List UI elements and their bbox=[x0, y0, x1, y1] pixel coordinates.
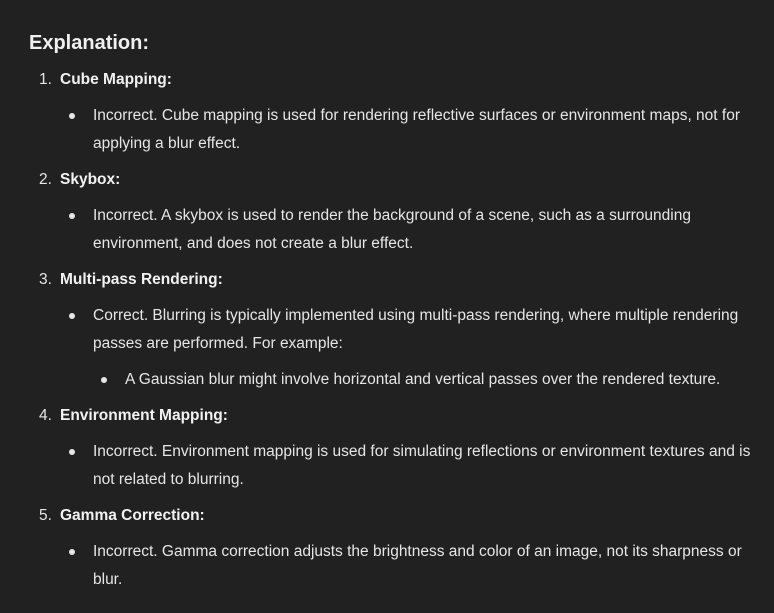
item-header: 2. Skybox: bbox=[39, 166, 769, 194]
item-number: 5. bbox=[39, 507, 52, 524]
item-header: 1. Cube Mapping: bbox=[39, 66, 769, 94]
bullet-text: Incorrect. Cube mapping is used for rend… bbox=[93, 107, 741, 152]
explanation-list: 1. Cube Mapping: Incorrect. Cube mapping… bbox=[29, 66, 769, 594]
item-header: 4. Environment Mapping: bbox=[39, 402, 769, 430]
bullet-text: Correct. Blurring is typically implement… bbox=[93, 307, 739, 352]
bullet-dot-icon bbox=[101, 377, 107, 383]
item-number: 4. bbox=[39, 407, 52, 424]
bullet-dot-icon bbox=[69, 313, 75, 319]
bullet-point: Incorrect. A skybox is used to render th… bbox=[69, 202, 769, 258]
bullet-point: Incorrect. Gamma correction adjusts the … bbox=[69, 538, 769, 594]
bullet-point: Correct. Blurring is typically implement… bbox=[69, 302, 769, 358]
bullet-dot-icon bbox=[69, 213, 75, 219]
item-number: 2. bbox=[39, 171, 52, 188]
item-title: Gamma Correction: bbox=[60, 507, 205, 524]
message-content: Explanation: 1. Cube Mapping: Incorrect.… bbox=[29, 28, 769, 602]
bullet-dot-icon bbox=[69, 549, 75, 555]
bullet-point: Incorrect. Cube mapping is used for rend… bbox=[69, 102, 769, 158]
bullet-dot-icon bbox=[69, 449, 75, 455]
list-item: 1. Cube Mapping: Incorrect. Cube mapping… bbox=[29, 66, 769, 158]
item-title: Multi-pass Rendering: bbox=[60, 271, 223, 288]
sub-bullet-point: A Gaussian blur might involve horizontal… bbox=[101, 366, 769, 394]
item-title: Environment Mapping: bbox=[60, 407, 228, 424]
item-title: Skybox: bbox=[60, 171, 121, 188]
item-header: 5. Gamma Correction: bbox=[39, 502, 769, 530]
list-item: 5. Gamma Correction: Incorrect. Gamma co… bbox=[29, 502, 769, 594]
item-number: 3. bbox=[39, 271, 52, 288]
list-item: 4. Environment Mapping: Incorrect. Envir… bbox=[29, 402, 769, 494]
list-item: 3. Multi-pass Rendering: Correct. Blurri… bbox=[29, 266, 769, 394]
item-title: Cube Mapping: bbox=[60, 71, 172, 88]
bullet-text: Incorrect. Environment mapping is used f… bbox=[93, 443, 751, 488]
bullet-dot-icon bbox=[69, 113, 75, 119]
explanation-heading: Explanation: bbox=[29, 32, 150, 54]
item-header: 3. Multi-pass Rendering: bbox=[39, 266, 769, 294]
bullet-text: Incorrect. A skybox is used to render th… bbox=[93, 207, 691, 252]
bullet-text: Incorrect. Gamma correction adjusts the … bbox=[93, 543, 742, 588]
item-number: 1. bbox=[39, 71, 52, 88]
sub-bullet-text: A Gaussian blur might involve horizontal… bbox=[125, 371, 721, 388]
list-item: 2. Skybox: Incorrect. A skybox is used t… bbox=[29, 166, 769, 258]
bullet-point: Incorrect. Environment mapping is used f… bbox=[69, 438, 769, 494]
